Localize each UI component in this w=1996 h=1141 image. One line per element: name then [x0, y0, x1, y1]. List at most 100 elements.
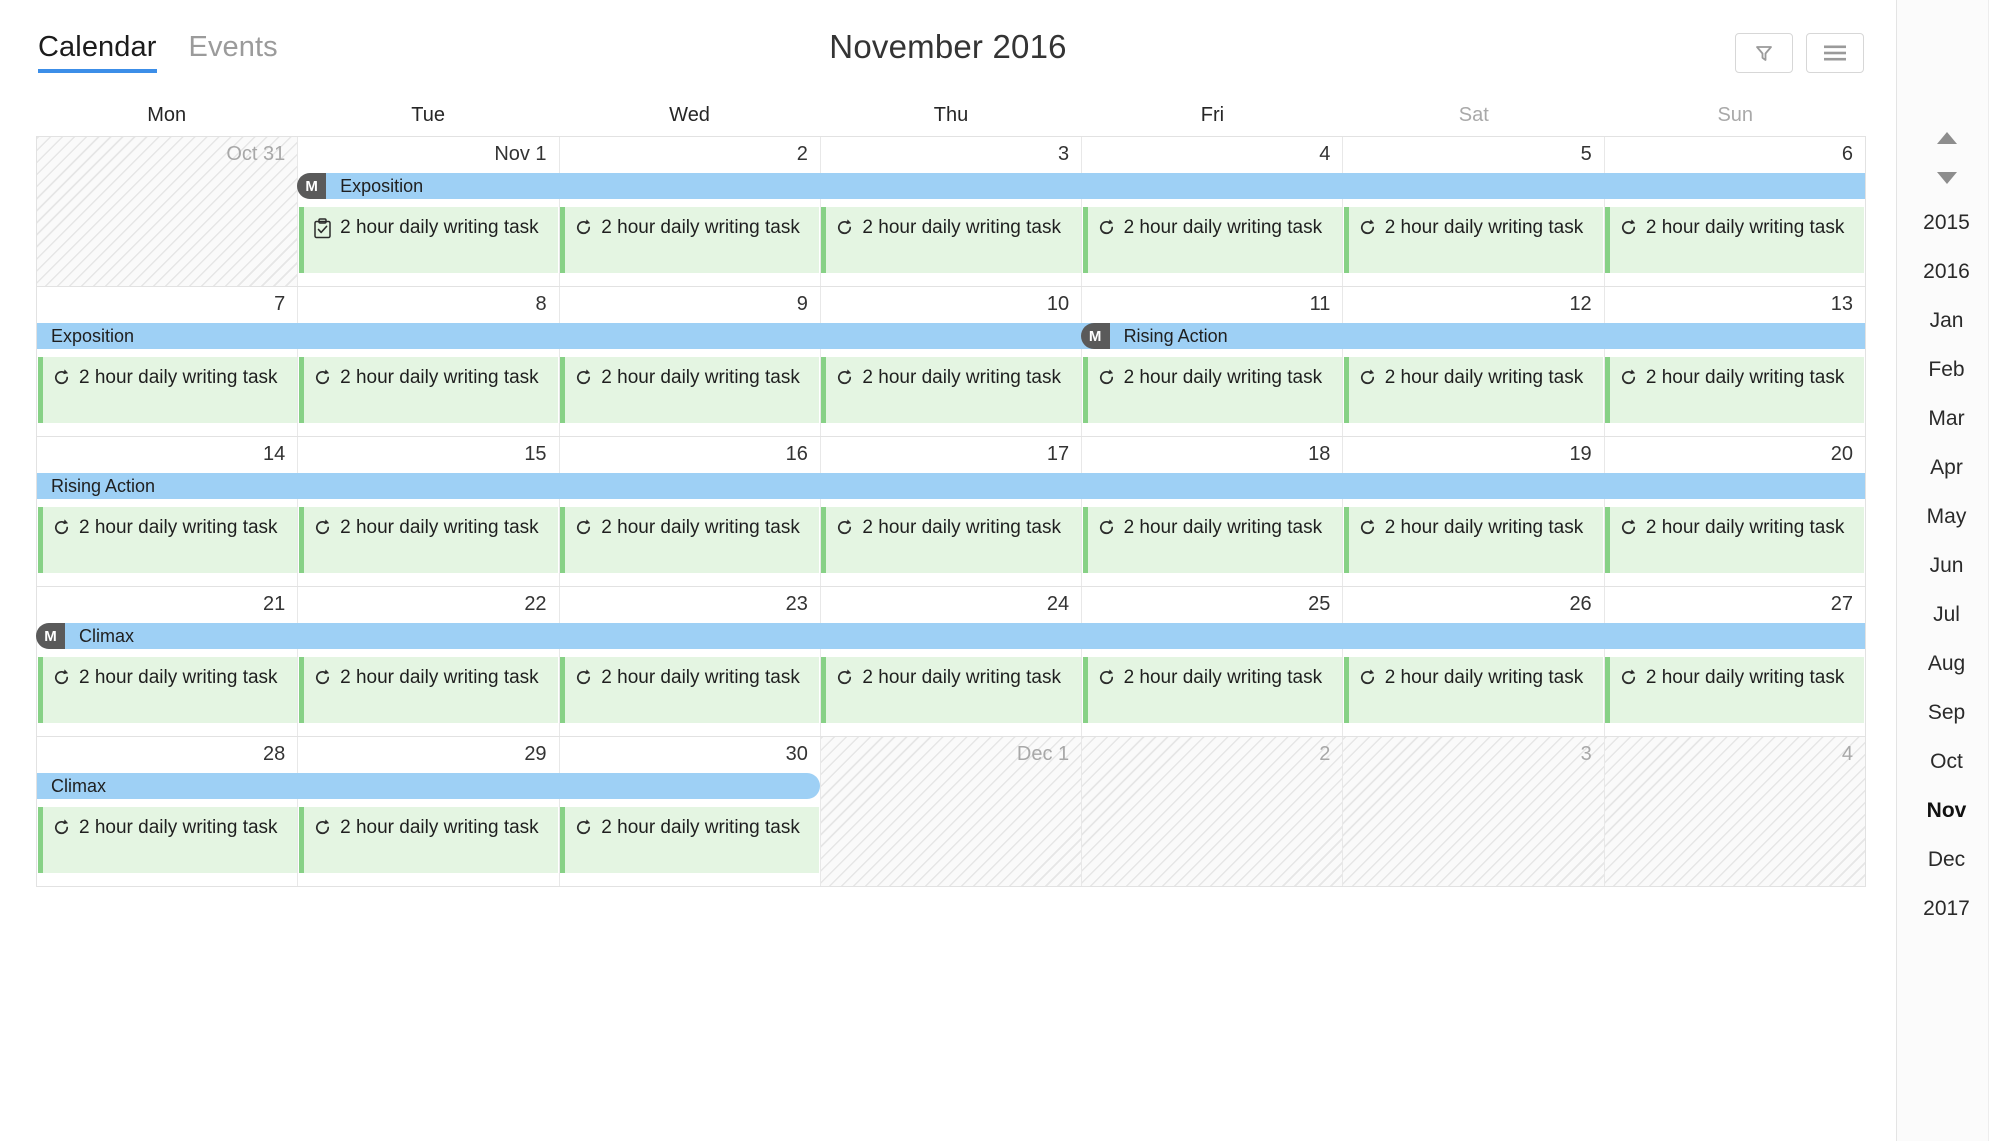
sidebar-item-2017[interactable]: 2017	[1897, 884, 1996, 933]
repeat-icon	[1097, 218, 1116, 242]
task-label: 2 hour daily writing task	[1645, 367, 1845, 388]
task-chip[interactable]: 2 hour daily writing task	[560, 357, 820, 423]
task-chip[interactable]: 2 hour daily writing task	[299, 207, 559, 273]
task-slot: 2 hour daily writing task	[37, 507, 298, 573]
task-chip[interactable]: 2 hour daily writing task	[1604, 657, 1864, 723]
task-chip[interactable]: 2 hour daily writing task	[560, 207, 820, 273]
day-number: 11	[1309, 293, 1331, 315]
day-cell[interactable]: 3	[1343, 737, 1605, 886]
task-chip[interactable]: 2 hour daily writing task	[1343, 207, 1603, 273]
event-bar[interactable]: M Rising Action	[1080, 323, 1865, 349]
task-slot: 2 hour daily writing task	[37, 657, 298, 723]
day-number: 27	[1830, 593, 1853, 615]
clipboard-check-icon	[313, 218, 332, 244]
menu-button[interactable]	[1806, 33, 1864, 73]
sidebar-item-jun[interactable]: Jun	[1897, 541, 1996, 590]
sidebar-item-2015[interactable]: 2015	[1897, 198, 1996, 247]
task-chip[interactable]: 2 hour daily writing task	[821, 657, 1081, 723]
day-cell[interactable]: 4	[1604, 737, 1865, 886]
task-chip[interactable]: 2 hour daily writing task	[1604, 507, 1864, 573]
task-label: 2 hour daily writing task	[340, 667, 539, 688]
day-cell[interactable]: 2	[1082, 737, 1344, 886]
event-bar[interactable]: M Exposition	[297, 173, 1865, 199]
task-chip[interactable]: 2 hour daily writing task	[38, 657, 298, 723]
repeat-icon	[1619, 668, 1638, 692]
sidebar-item-feb[interactable]: Feb	[1897, 345, 1996, 394]
task-chip[interactable]: 2 hour daily writing task	[1343, 507, 1603, 573]
task-chip[interactable]: 2 hour daily writing task	[1082, 507, 1342, 573]
day-number: 16	[785, 443, 808, 465]
event-bar[interactable]: Climax	[37, 773, 821, 799]
event-bar[interactable]: M Climax	[36, 623, 1865, 649]
tab-events[interactable]: Events	[189, 32, 278, 73]
task-chip[interactable]: 2 hour daily writing task	[1082, 357, 1342, 423]
milestone-badge: M	[1080, 323, 1110, 349]
weekday-header-tue: Tue	[411, 104, 445, 126]
sidebar-item-2016[interactable]: 2016	[1897, 247, 1996, 296]
task-chip-layer: 2 hour daily writing task 2 hour daily wr…	[37, 357, 1865, 423]
task-chip[interactable]: 2 hour daily writing task	[299, 657, 559, 723]
task-chip-layer: 2 hour daily writing task 2 hour daily wr…	[37, 507, 1865, 573]
sidebar-item-nov[interactable]: Nov	[1897, 786, 1996, 835]
sidebar-item-apr[interactable]: Apr	[1897, 443, 1996, 492]
repeat-icon	[1619, 368, 1638, 392]
task-chip[interactable]: 2 hour daily writing task	[38, 357, 298, 423]
task-chip[interactable]: 2 hour daily writing task	[821, 507, 1081, 573]
hamburger-icon	[1823, 44, 1847, 62]
day-number: 4	[1841, 743, 1853, 765]
day-number: 7	[274, 293, 286, 315]
weekday-header-fri: Fri	[1200, 104, 1225, 126]
task-chip[interactable]: 2 hour daily writing task	[1082, 207, 1342, 273]
task-chip[interactable]: 2 hour daily writing task	[560, 657, 820, 723]
task-chip[interactable]: 2 hour daily writing task	[299, 357, 559, 423]
filter-button[interactable]	[1735, 33, 1793, 73]
task-chip[interactable]: 2 hour daily writing task	[38, 807, 298, 873]
sidebar-item-may[interactable]: May	[1897, 492, 1996, 541]
task-label: 2 hour daily writing task	[1123, 217, 1323, 238]
event-bar-layer: Exposition M Rising Action	[37, 323, 1865, 349]
task-slot: 2 hour daily writing task	[37, 357, 298, 423]
date-navigation-sidebar: 2015 2016 Jan Feb Mar Apr May Jun Jul Aug Sep Oct No…	[1896, 0, 1996, 1141]
sidebar-item-sep[interactable]: Sep	[1897, 688, 1996, 737]
task-slot: 2 hour daily writing task	[1343, 207, 1604, 273]
task-slot: 2 hour daily writing task	[559, 807, 820, 873]
day-cell[interactable]: Dec 1	[820, 737, 1083, 886]
toolbar-actions	[1735, 33, 1864, 73]
day-number: 25	[1308, 593, 1331, 615]
right-edge-gutter	[1988, 0, 1996, 1141]
scroll-down-arrow[interactable]	[1897, 158, 1996, 198]
task-chip[interactable]: 2 hour daily writing task	[1604, 207, 1864, 273]
task-chip[interactable]: 2 hour daily writing task	[1343, 357, 1603, 423]
event-bar[interactable]: Rising Action	[37, 473, 1865, 499]
sidebar-item-dec[interactable]: Dec	[1897, 835, 1996, 884]
task-chip[interactable]: 2 hour daily writing task	[560, 507, 820, 573]
sidebar-item-jul[interactable]: Jul	[1897, 590, 1996, 639]
sidebar-item-jan[interactable]: Jan	[1897, 296, 1996, 345]
tab-calendar[interactable]: Calendar	[38, 32, 157, 74]
sidebar-item-oct[interactable]: Oct	[1897, 737, 1996, 786]
task-chip[interactable]: 2 hour daily writing task	[560, 807, 820, 873]
weekday-header-wed: Wed	[669, 104, 710, 126]
task-chip[interactable]: 2 hour daily writing task	[38, 507, 298, 573]
calendar-week-row: 28 29 30 Dec 1 2 3 4 Climax 2 hour daily writing…	[37, 737, 1865, 887]
scroll-up-arrow[interactable]	[1897, 118, 1996, 158]
sidebar-item-aug[interactable]: Aug	[1897, 639, 1996, 688]
task-chip[interactable]: 2 hour daily writing task	[821, 357, 1081, 423]
task-slot: 2 hour daily writing task	[1604, 357, 1865, 423]
task-chip[interactable]: 2 hour daily writing task	[821, 207, 1081, 273]
task-chip[interactable]: 2 hour daily writing task	[299, 807, 559, 873]
sidebar-item-mar[interactable]: Mar	[1897, 394, 1996, 443]
repeat-icon	[1097, 518, 1116, 542]
day-number: Nov 1	[494, 143, 547, 165]
day-number: 15	[524, 443, 547, 465]
task-chip[interactable]: 2 hour daily writing task	[299, 507, 559, 573]
task-chip[interactable]: 2 hour daily writing task	[1343, 657, 1603, 723]
repeat-icon	[835, 518, 854, 542]
day-cell[interactable]: Oct 31	[37, 137, 299, 286]
task-slot: 2 hour daily writing task	[298, 657, 559, 723]
task-chip[interactable]: 2 hour daily writing task	[1082, 657, 1342, 723]
task-chip[interactable]: 2 hour daily writing task	[1604, 357, 1864, 423]
task-slot: 2 hour daily writing task	[1343, 357, 1604, 423]
task-label: 2 hour daily writing task	[1123, 517, 1323, 538]
event-bar-layer: M Exposition	[37, 173, 1865, 199]
